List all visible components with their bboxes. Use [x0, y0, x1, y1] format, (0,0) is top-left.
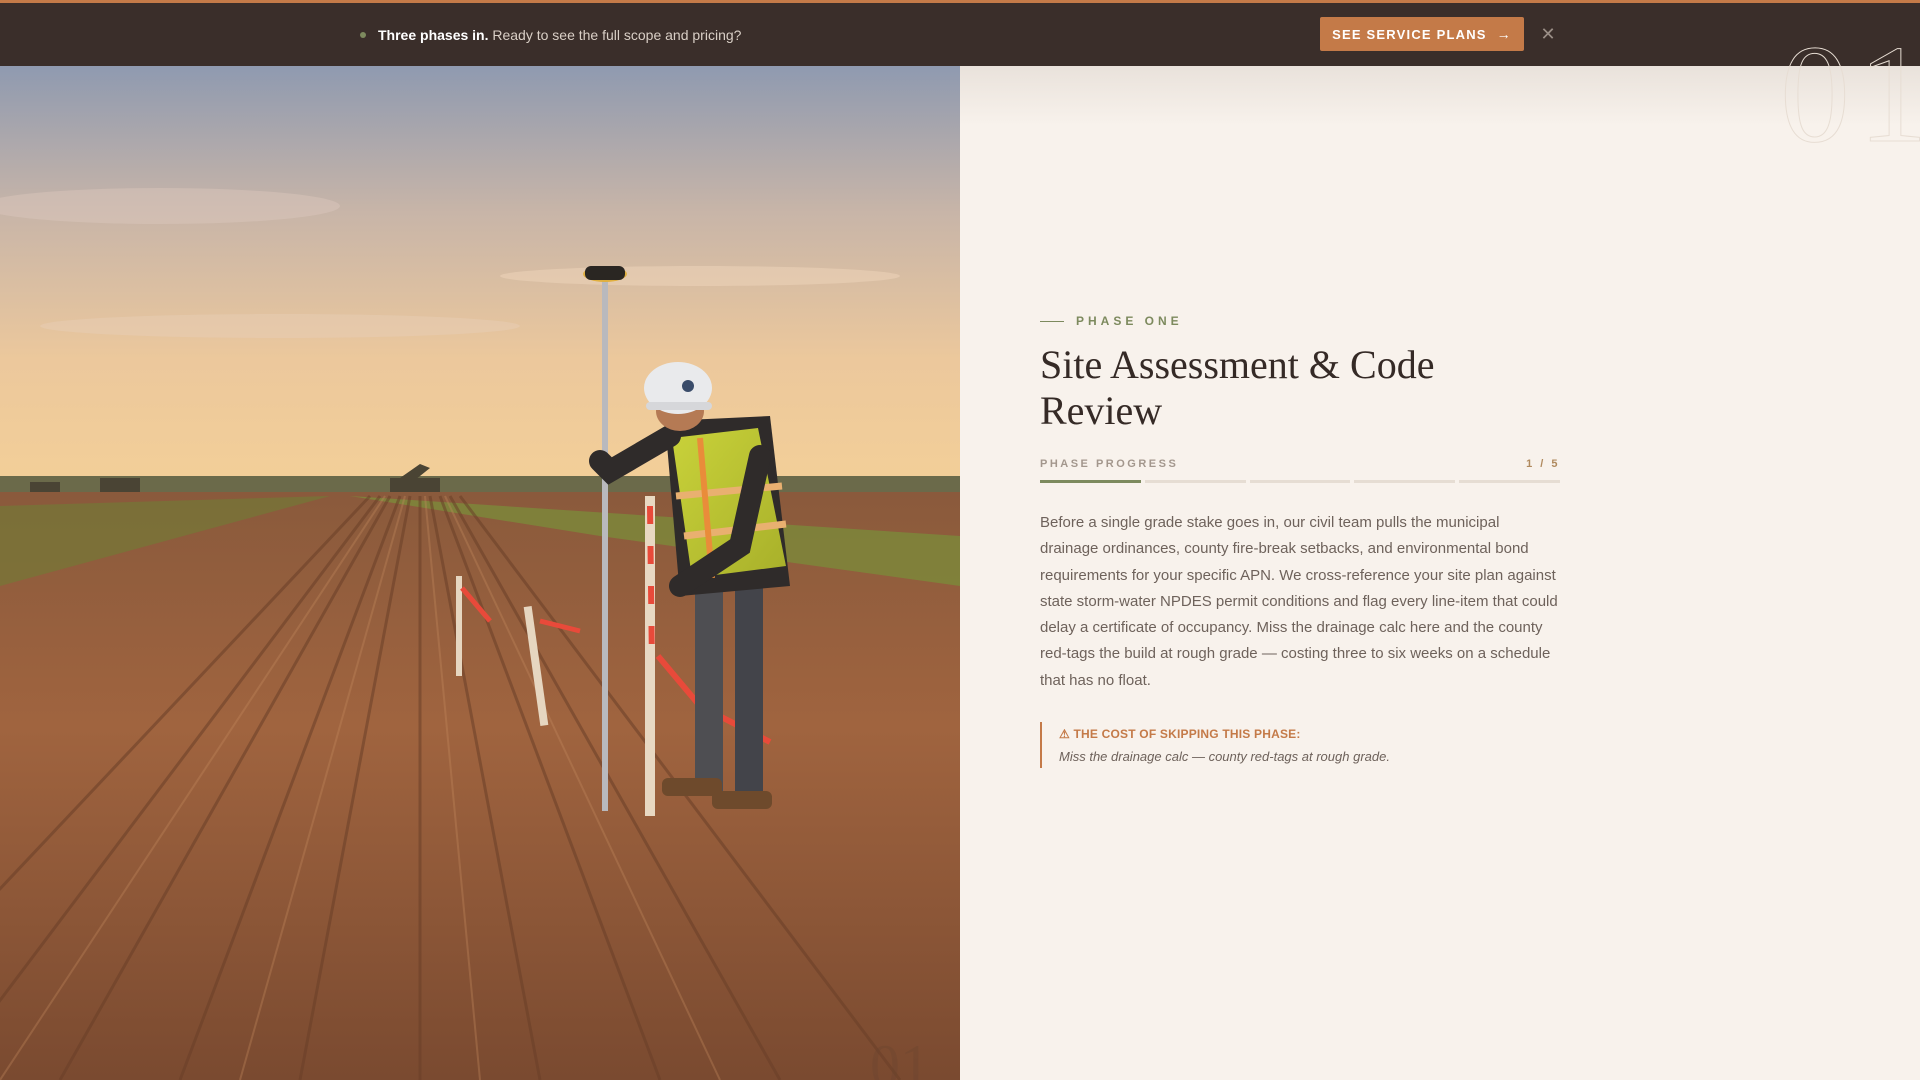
close-icon[interactable]: ✕	[1538, 24, 1558, 44]
phase-panel: 01 PHASE ONE Site Assessment & Code Revi…	[960, 17, 1920, 1080]
progress-segment-1	[1040, 480, 1141, 483]
surveyor-field-illustration: 01	[0, 66, 960, 1080]
see-service-plans-button[interactable]: SEE SERVICE PLANS →	[1320, 17, 1524, 51]
eyebrow-line	[1040, 320, 1064, 322]
banner-text: Three phases in. Ready to see the full s…	[378, 27, 741, 43]
warning-callout: ⚠ THE COST OF SKIPPING THIS PHASE: Miss …	[1040, 722, 1560, 769]
banner-message: Three phases in. Ready to see the full s…	[360, 3, 741, 66]
banner-body-text: Ready to see the full scope and pricing?	[492, 26, 742, 43]
eyebrow-label: PHASE ONE	[1076, 314, 1183, 328]
phase-description: Before a single grade stake goes in, our…	[1040, 514, 1558, 689]
cta-label: SEE SERVICE PLANS	[1332, 26, 1487, 42]
progress-segment-2	[1144, 480, 1246, 483]
progress-segment-4	[1354, 480, 1456, 483]
callout-text: Miss the drainage calc — county red-tags…	[1059, 749, 1390, 765]
banner-strong-text: Three phases in.	[378, 26, 489, 43]
progress-count: 1 / 5	[1526, 458, 1560, 470]
phase-eyebrow: PHASE ONE	[1040, 314, 1560, 328]
status-dot	[360, 31, 366, 38]
arrow-right-icon: →	[1496, 26, 1512, 42]
photo-watermark: 01	[870, 1033, 930, 1080]
panel-shadow	[960, 66, 1920, 126]
progress-label: PHASE PROGRESS	[1040, 458, 1179, 470]
callout-title: ⚠ THE COST OF SKIPPING THIS PHASE:	[1059, 727, 1301, 742]
phase-progress-bar	[1040, 480, 1560, 483]
phase-content: PHASE ONE Site Assessment & Code Review …	[1040, 314, 1560, 769]
page-title: Site Assessment & Code Review	[1040, 342, 1435, 433]
progress-segment-3	[1249, 480, 1351, 483]
hero-photo: 01	[0, 66, 960, 1080]
background-phase-number: 01	[1780, 17, 1920, 173]
announcement-banner: Three phases in. Ready to see the full s…	[0, 0, 1920, 66]
phase-progress-header: PHASE PROGRESS 1 / 5	[1040, 458, 1560, 470]
progress-segment-5	[1459, 480, 1560, 483]
